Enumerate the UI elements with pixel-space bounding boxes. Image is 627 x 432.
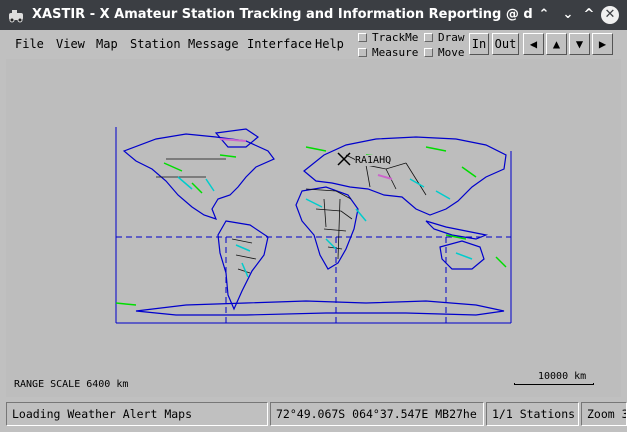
app-icon xyxy=(9,10,23,23)
pan-right-button[interactable]: ▶ xyxy=(592,33,613,55)
menu-view-label: View xyxy=(56,37,85,51)
menu-help-label: Help xyxy=(315,37,344,51)
zoom-level: Zoom 3 xyxy=(581,402,627,426)
measure-label: Measure xyxy=(372,46,419,59)
scale-bar-label: 10000 km xyxy=(538,371,587,382)
cursor-coordinates: 72°49.067S 064°37.547E MB27he xyxy=(270,402,484,426)
menu-map[interactable]: Map xyxy=(96,37,118,51)
draw-checkbox[interactable] xyxy=(424,33,433,42)
measure-checkbox[interactable] xyxy=(358,48,367,57)
maximize-icon[interactable]: ⌄ xyxy=(559,6,577,24)
menu-interface[interactable]: Interface xyxy=(247,37,312,51)
station-marker[interactable] xyxy=(337,152,351,166)
menu-station[interactable]: Station xyxy=(130,37,181,51)
world-map[interactable] xyxy=(6,59,621,397)
pan-left-button[interactable]: ◀ xyxy=(523,33,544,55)
window-title: XASTIR - X Amateur Station Tracking and … xyxy=(32,7,532,22)
close-icon[interactable]: ✕ xyxy=(601,6,619,24)
draw-label: Draw xyxy=(438,31,465,44)
range-scale-label: RANGE SCALE 6400 km xyxy=(14,379,129,390)
menu-message-label: Message xyxy=(188,37,239,51)
map-canvas[interactable]: RA1AHQ RANGE SCALE 6400 km 10000 km xyxy=(6,59,621,397)
move-checkbox[interactable] xyxy=(424,48,433,57)
station-count: 1/1 Stations xyxy=(486,402,579,426)
scale-bar: 10000 km xyxy=(514,371,594,387)
menu-help[interactable]: Help xyxy=(315,37,344,51)
trackme-toggle[interactable]: TrackMe xyxy=(358,31,418,44)
menu-map-label: Map xyxy=(96,37,118,51)
menu-station-label: Station xyxy=(130,37,181,51)
move-label: Move xyxy=(438,46,465,59)
measure-toggle[interactable]: Measure xyxy=(358,46,418,59)
zoom-in-button[interactable]: In xyxy=(469,33,489,55)
trackme-label: TrackMe xyxy=(372,31,419,44)
move-toggle[interactable]: Move xyxy=(424,46,465,59)
title-bar: XASTIR - X Amateur Station Tracking and … xyxy=(0,0,627,30)
status-bar: Loading Weather Alert Maps 72°49.067S 06… xyxy=(0,400,627,432)
minimize-icon[interactable]: ⌃ xyxy=(535,6,553,24)
menu-interface-label: Interface xyxy=(247,37,313,51)
restore-icon[interactable]: ^ xyxy=(580,6,598,24)
trackme-checkbox[interactable] xyxy=(358,33,367,42)
station-label[interactable]: RA1AHQ xyxy=(355,155,392,166)
menu-file[interactable]: File xyxy=(15,37,44,51)
menu-file-label: File xyxy=(15,37,44,51)
status-message: Loading Weather Alert Maps xyxy=(6,402,268,426)
pan-up-button[interactable]: ▲ xyxy=(546,33,567,55)
scale-bar-line xyxy=(514,383,594,385)
menu-message[interactable]: Message xyxy=(188,37,239,51)
menu-view[interactable]: View xyxy=(56,37,85,51)
draw-toggle[interactable]: Draw xyxy=(424,31,465,44)
pan-down-button[interactable]: ▼ xyxy=(569,33,590,55)
zoom-out-button[interactable]: Out xyxy=(492,33,519,55)
